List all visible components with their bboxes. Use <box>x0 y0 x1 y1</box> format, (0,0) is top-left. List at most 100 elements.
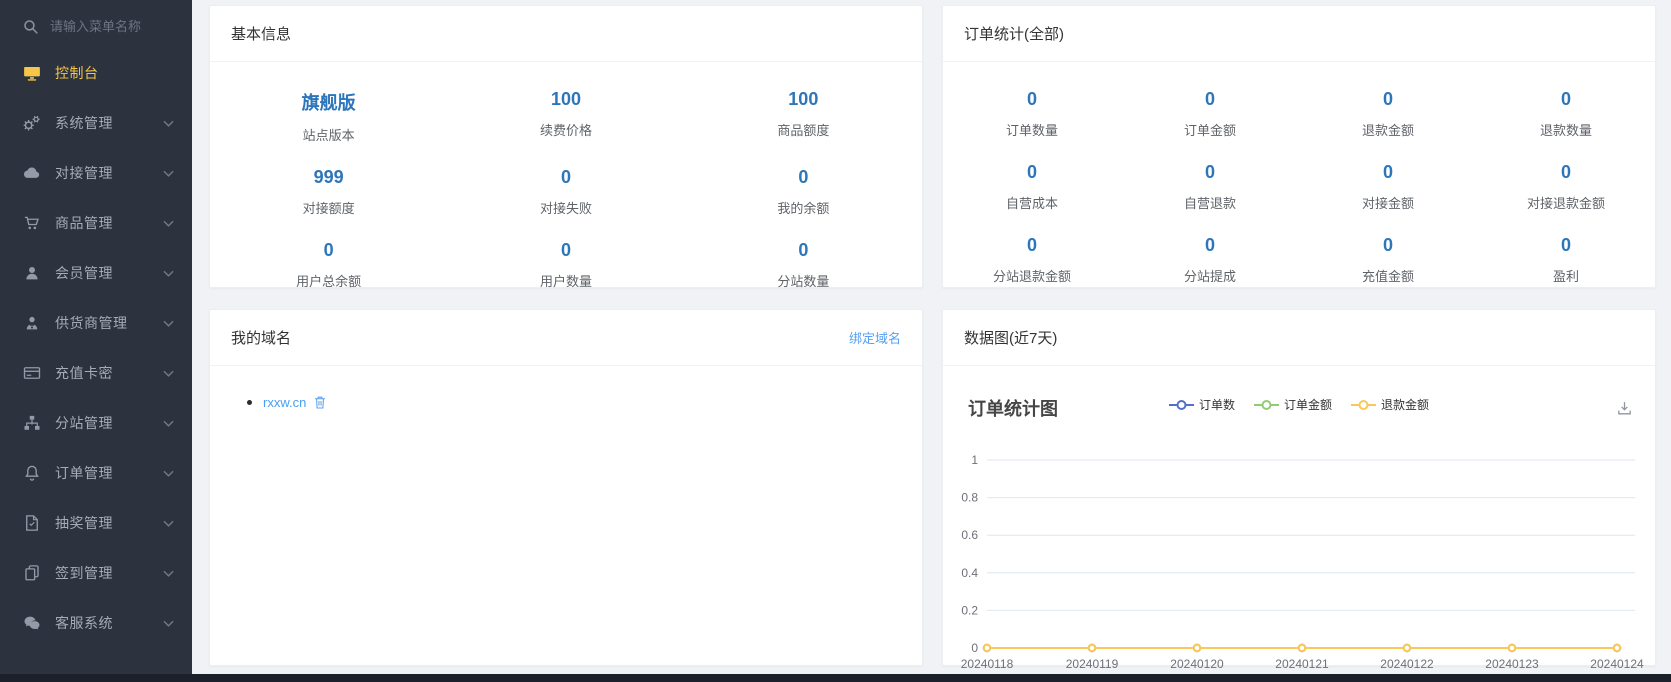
stat-label: 订单金额 <box>1121 120 1299 139</box>
sidebar-menu: 控制台系统管理对接管理商品管理会员管理供货商管理充值卡密分站管理订单管理抽奖管理… <box>0 46 192 648</box>
sidebar-item-客服系统[interactable]: 客服系统 <box>0 598 192 648</box>
stat-label: 我的余额 <box>685 198 922 217</box>
bullet-icon <box>247 400 252 405</box>
data-point[interactable] <box>1194 645 1200 651</box>
sidebar-item-label: 会员管理 <box>55 263 163 283</box>
data-chart-title: 数据图(近7天) <box>964 327 1057 348</box>
chevron-down-icon <box>163 320 174 327</box>
basic-info-stat: 100商品额度 <box>685 76 922 154</box>
order-stats-header: 订单统计(全部) <box>943 6 1655 62</box>
y-tick-label: 1 <box>971 453 978 467</box>
stat-value: 100 <box>685 89 922 110</box>
basic-info-stat: 0我的余额 <box>685 154 922 227</box>
basic-info-title: 基本信息 <box>231 23 291 44</box>
data-point[interactable] <box>1089 645 1095 651</box>
x-tick-label: 20240120 <box>1170 657 1224 671</box>
y-tick-label: 0.4 <box>961 566 978 580</box>
cart-icon <box>22 213 42 233</box>
order-chart-svg: 00.20.40.60.8120240118202401192024012020… <box>943 428 1655 682</box>
stat-label: 对接退款金额 <box>1477 193 1655 212</box>
sidebar-item-对接管理[interactable]: 对接管理 <box>0 148 192 198</box>
chevron-down-icon <box>163 520 174 527</box>
legend-item-订单数[interactable]: 订单数 <box>1169 396 1235 413</box>
basic-info-stat: 0用户总余额 <box>210 227 447 300</box>
basic-info-stats: 旗舰版站点版本100续费价格100商品额度999对接额度0对接失败0我的余额0用… <box>210 62 922 308</box>
sidebar-item-系统管理[interactable]: 系统管理 <box>0 98 192 148</box>
stat-label: 自营成本 <box>943 193 1121 212</box>
stat-label: 退款金额 <box>1299 120 1477 139</box>
domain-link[interactable]: rxxw.cn <box>263 395 306 410</box>
legend-item-订单金额[interactable]: 订单金额 <box>1254 396 1332 413</box>
domain-list: rxxw.cn <box>210 366 922 438</box>
sidebar-item-label: 充值卡密 <box>55 363 163 383</box>
y-tick-label: 0.8 <box>961 491 978 505</box>
sidebar-item-充值卡密[interactable]: 充值卡密 <box>0 348 192 398</box>
stat-label: 充值金额 <box>1299 266 1477 285</box>
sidebar-item-供货商管理[interactable]: 供货商管理 <box>0 298 192 348</box>
stat-value: 0 <box>1121 89 1299 110</box>
delete-domain-button[interactable] <box>313 395 327 410</box>
y-tick-label: 0.6 <box>961 528 978 542</box>
legend-item-退款金额[interactable]: 退款金额 <box>1351 396 1429 413</box>
data-point[interactable] <box>1614 645 1620 651</box>
copy-icon <box>22 563 42 583</box>
stat-label: 分站数量 <box>685 271 922 290</box>
sidebar-item-label: 对接管理 <box>55 163 163 183</box>
stat-label: 站点版本 <box>210 125 447 144</box>
legend-label: 退款金额 <box>1381 396 1429 413</box>
data-point[interactable] <box>1404 645 1410 651</box>
x-tick-label: 20240121 <box>1275 657 1329 671</box>
supplier-icon <box>22 313 42 333</box>
sidebar-item-控制台[interactable]: 控制台 <box>0 48 192 98</box>
data-point[interactable] <box>1509 645 1515 651</box>
x-tick-label: 20240122 <box>1380 657 1434 671</box>
order-stats-stat: 0 自营成本 <box>943 149 1121 222</box>
basic-info-stat: 旗舰版站点版本 <box>210 76 447 154</box>
stat-value: 0 <box>1299 162 1477 183</box>
sidebar-item-签到管理[interactable]: 签到管理 <box>0 548 192 598</box>
chevron-down-icon <box>163 570 174 577</box>
sidebar-item-会员管理[interactable]: 会员管理 <box>0 248 192 298</box>
order-stats-stat: 0退款数量 <box>1477 76 1655 149</box>
stat-value: 0 <box>685 240 922 261</box>
sidebar-item-label: 客服系统 <box>55 613 163 633</box>
trash-icon <box>313 395 327 410</box>
sidebar-item-label: 系统管理 <box>55 113 163 133</box>
card-icon <box>22 363 42 383</box>
stat-value: 100 <box>447 89 684 110</box>
chevron-down-icon <box>163 270 174 277</box>
chart-toprow: 订单统计图 订单数订单金额退款金额 <box>943 366 1655 424</box>
sidebar-item-label: 分站管理 <box>55 413 163 433</box>
chevron-down-icon <box>163 420 174 427</box>
stat-label: 续费价格 <box>447 120 684 139</box>
stat-value: 0 <box>1299 89 1477 110</box>
sidebar-item-分站管理[interactable]: 分站管理 <box>0 398 192 448</box>
download-chart-button[interactable] <box>1616 400 1633 417</box>
chevron-down-icon <box>163 170 174 177</box>
bottom-bar <box>0 674 1671 682</box>
search-input[interactable] <box>50 19 178 34</box>
data-point[interactable] <box>1299 645 1305 651</box>
x-tick-label: 20240123 <box>1485 657 1539 671</box>
stat-label: 退款数量 <box>1477 120 1655 139</box>
gears-icon <box>22 113 42 133</box>
stat-label: 用户总余额 <box>210 271 447 290</box>
sidebar-search[interactable] <box>0 0 192 46</box>
data-point[interactable] <box>984 645 990 651</box>
search-icon <box>22 18 39 35</box>
stat-value: 0 <box>1299 235 1477 256</box>
order-stats-stat: 0分站提成 <box>1121 222 1299 295</box>
sidebar-item-商品管理[interactable]: 商品管理 <box>0 198 192 248</box>
stat-value: 0 <box>1121 162 1299 183</box>
cloud-icon <box>22 163 42 183</box>
stat-label: 订单数量 <box>943 120 1121 139</box>
sidebar-item-抽奖管理[interactable]: 抽奖管理 <box>0 498 192 548</box>
order-stats-grid: 0订单数量0订单金额0退款金额0退款数量0自营成本0自营退款0对接金额0对接退款… <box>943 62 1655 303</box>
legend-line-marker-icon <box>1351 399 1376 411</box>
sidebar-item-订单管理[interactable]: 订单管理 <box>0 448 192 498</box>
stat-value: 0 <box>943 162 1121 183</box>
order-stats-stat: 0盈利 <box>1477 222 1655 295</box>
bell-icon <box>22 463 42 483</box>
bind-domain-link[interactable]: 绑定域名 <box>849 328 901 347</box>
basic-info-stat: 0 分站数量 <box>685 227 922 300</box>
